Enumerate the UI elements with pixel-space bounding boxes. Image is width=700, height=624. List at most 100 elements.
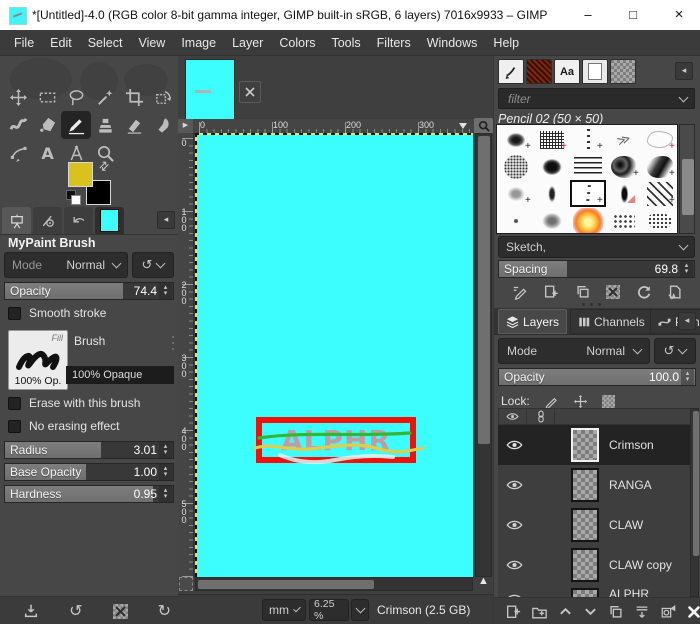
menu-help[interactable]: Help [485, 30, 527, 56]
brush-thumb[interactable]: ≫ [606, 126, 642, 153]
brush-filter-box[interactable] [498, 88, 695, 109]
refresh-brushes-button[interactable] [636, 284, 652, 300]
close-button[interactable] [664, 0, 694, 30]
vertical-ruler[interactable]: 0 100 200 300 400 500 [178, 133, 194, 577]
menu-file[interactable]: File [6, 30, 42, 56]
bucket-fill-tool[interactable] [33, 112, 61, 138]
tab-patterns[interactable] [526, 59, 552, 84]
brush-thumb[interactable] [642, 207, 678, 234]
opacity-slider[interactable]: Opacity 74.4 [4, 282, 174, 300]
layer-opacity-slider[interactable]: Opacity 100.0 [498, 368, 696, 386]
no-erasing-checkbox[interactable]: No erasing effect [8, 419, 120, 433]
erase-checkbox[interactable]: Erase with this brush [8, 396, 140, 410]
close-image-button[interactable] [239, 81, 261, 103]
layer-row[interactable]: ALPHR [498, 585, 696, 597]
tab-layers[interactable]: Layers [498, 309, 567, 334]
reset-preset-button[interactable] [158, 601, 171, 621]
new-layer-button[interactable] [505, 604, 521, 620]
fuzzy-select-tool[interactable] [91, 84, 119, 110]
layer-thumbnail[interactable] [571, 508, 599, 542]
title-bar[interactable]: *[Untitled]-4.0 (RGB color 8-bit gamma i… [0, 0, 700, 30]
crop-tool[interactable] [120, 84, 148, 110]
mode-reset-button[interactable] [132, 252, 174, 278]
brush-thumb[interactable] [570, 207, 606, 234]
horizontal-scrollbar[interactable] [195, 577, 473, 591]
maximize-button[interactable] [618, 0, 648, 30]
delete-preset-button[interactable] [113, 604, 128, 619]
unit-dropdown[interactable]: mm [262, 599, 306, 621]
move-tool[interactable] [4, 84, 32, 110]
menu-windows[interactable]: Windows [419, 30, 486, 56]
layer-thumbnail[interactable] [571, 548, 599, 582]
filter-input[interactable] [506, 91, 660, 107]
brush-thumb[interactable] [606, 207, 642, 234]
layer-row[interactable]: Crimson [498, 425, 696, 466]
brush-name-field[interactable]: 100% Opaque [66, 366, 174, 384]
navigation-button[interactable] [475, 575, 492, 587]
eye-icon[interactable] [506, 479, 523, 491]
layer-row[interactable]: CLAW [498, 505, 696, 546]
ruler-corner-button[interactable] [178, 119, 193, 133]
tab-device-status[interactable] [33, 207, 62, 234]
menu-select[interactable]: Select [80, 30, 131, 56]
add-mask-button[interactable] [660, 604, 676, 620]
delete-layer-button[interactable] [686, 604, 700, 620]
lower-layer-button[interactable] [583, 604, 598, 619]
spinner[interactable] [159, 464, 172, 480]
brush-thumb[interactable] [570, 153, 606, 180]
spinner[interactable] [680, 261, 693, 277]
brush-thumb[interactable] [534, 180, 570, 207]
layer-row[interactable]: CLAW copy [498, 545, 696, 586]
open-brush-button[interactable] [667, 284, 683, 300]
new-group-button[interactable] [531, 604, 548, 620]
brush-grid-scrollbar[interactable] [679, 124, 695, 234]
zoom-fit-button[interactable] [474, 118, 493, 134]
quick-mask-toggle[interactable] [179, 577, 193, 591]
tab-tool-options[interactable] [2, 207, 31, 234]
radius-slider[interactable]: Radius 3.01 [4, 441, 174, 459]
brush-thumb[interactable] [498, 207, 534, 234]
paths-tool[interactable] [4, 140, 32, 166]
brush-thumb[interactable] [498, 153, 534, 180]
new-brush-button[interactable] [543, 284, 559, 300]
vertical-scrollbar[interactable] [475, 133, 492, 577]
tab-undo-history[interactable] [64, 207, 93, 234]
menu-image[interactable]: Image [173, 30, 224, 56]
tab-channels[interactable]: Channels [570, 309, 653, 334]
zoom-entry[interactable]: 6.25 % [309, 599, 349, 621]
paint-mode-dropdown[interactable]: Mode Normal [4, 252, 128, 278]
default-colors-icon[interactable] [66, 190, 80, 204]
tab-pointer-image[interactable] [95, 207, 124, 234]
brush-thumb[interactable] [534, 207, 570, 234]
layer-thumbnail[interactable] [571, 468, 599, 502]
spacing-slider[interactable]: Spacing 69.8 [498, 260, 695, 278]
smudge-tool[interactable] [149, 112, 177, 138]
brush-thumb[interactable] [606, 180, 642, 207]
gradient-tool[interactable] [4, 112, 32, 138]
layer-mode-reset-button[interactable] [654, 338, 696, 364]
dock-splitter[interactable] [582, 303, 601, 306]
merge-down-button[interactable] [634, 604, 650, 620]
transform-tool[interactable] [149, 84, 177, 110]
smooth-stroke-checkbox[interactable]: Smooth stroke [8, 306, 106, 320]
save-preset-button[interactable] [23, 603, 39, 619]
hardness-slider[interactable]: Hardness 0.95 [4, 485, 174, 503]
text-tool[interactable]: A [33, 140, 61, 166]
scrollbar-handle[interactable] [682, 159, 694, 215]
mypaint-brush-tool[interactable] [61, 111, 91, 139]
eye-icon[interactable] [506, 559, 523, 571]
free-select-tool[interactable] [62, 84, 90, 110]
tab-palettes[interactable] [610, 59, 636, 84]
layer-thumbnail[interactable] [571, 588, 599, 597]
eye-icon[interactable] [506, 439, 523, 451]
scrollbar-handle[interactable] [693, 411, 699, 556]
layer-row[interactable]: RANGA [498, 465, 696, 506]
rectangle-select-tool[interactable] [33, 84, 61, 110]
spinner[interactable] [681, 369, 694, 385]
image-tab-thumbnail[interactable] [185, 59, 235, 124]
zoom-dropdown-button[interactable] [351, 599, 369, 621]
dock-grip[interactable] [172, 336, 174, 350]
link-column-header[interactable] [527, 409, 555, 424]
eye-icon[interactable] [506, 519, 523, 531]
eraser-tool[interactable] [120, 112, 148, 138]
